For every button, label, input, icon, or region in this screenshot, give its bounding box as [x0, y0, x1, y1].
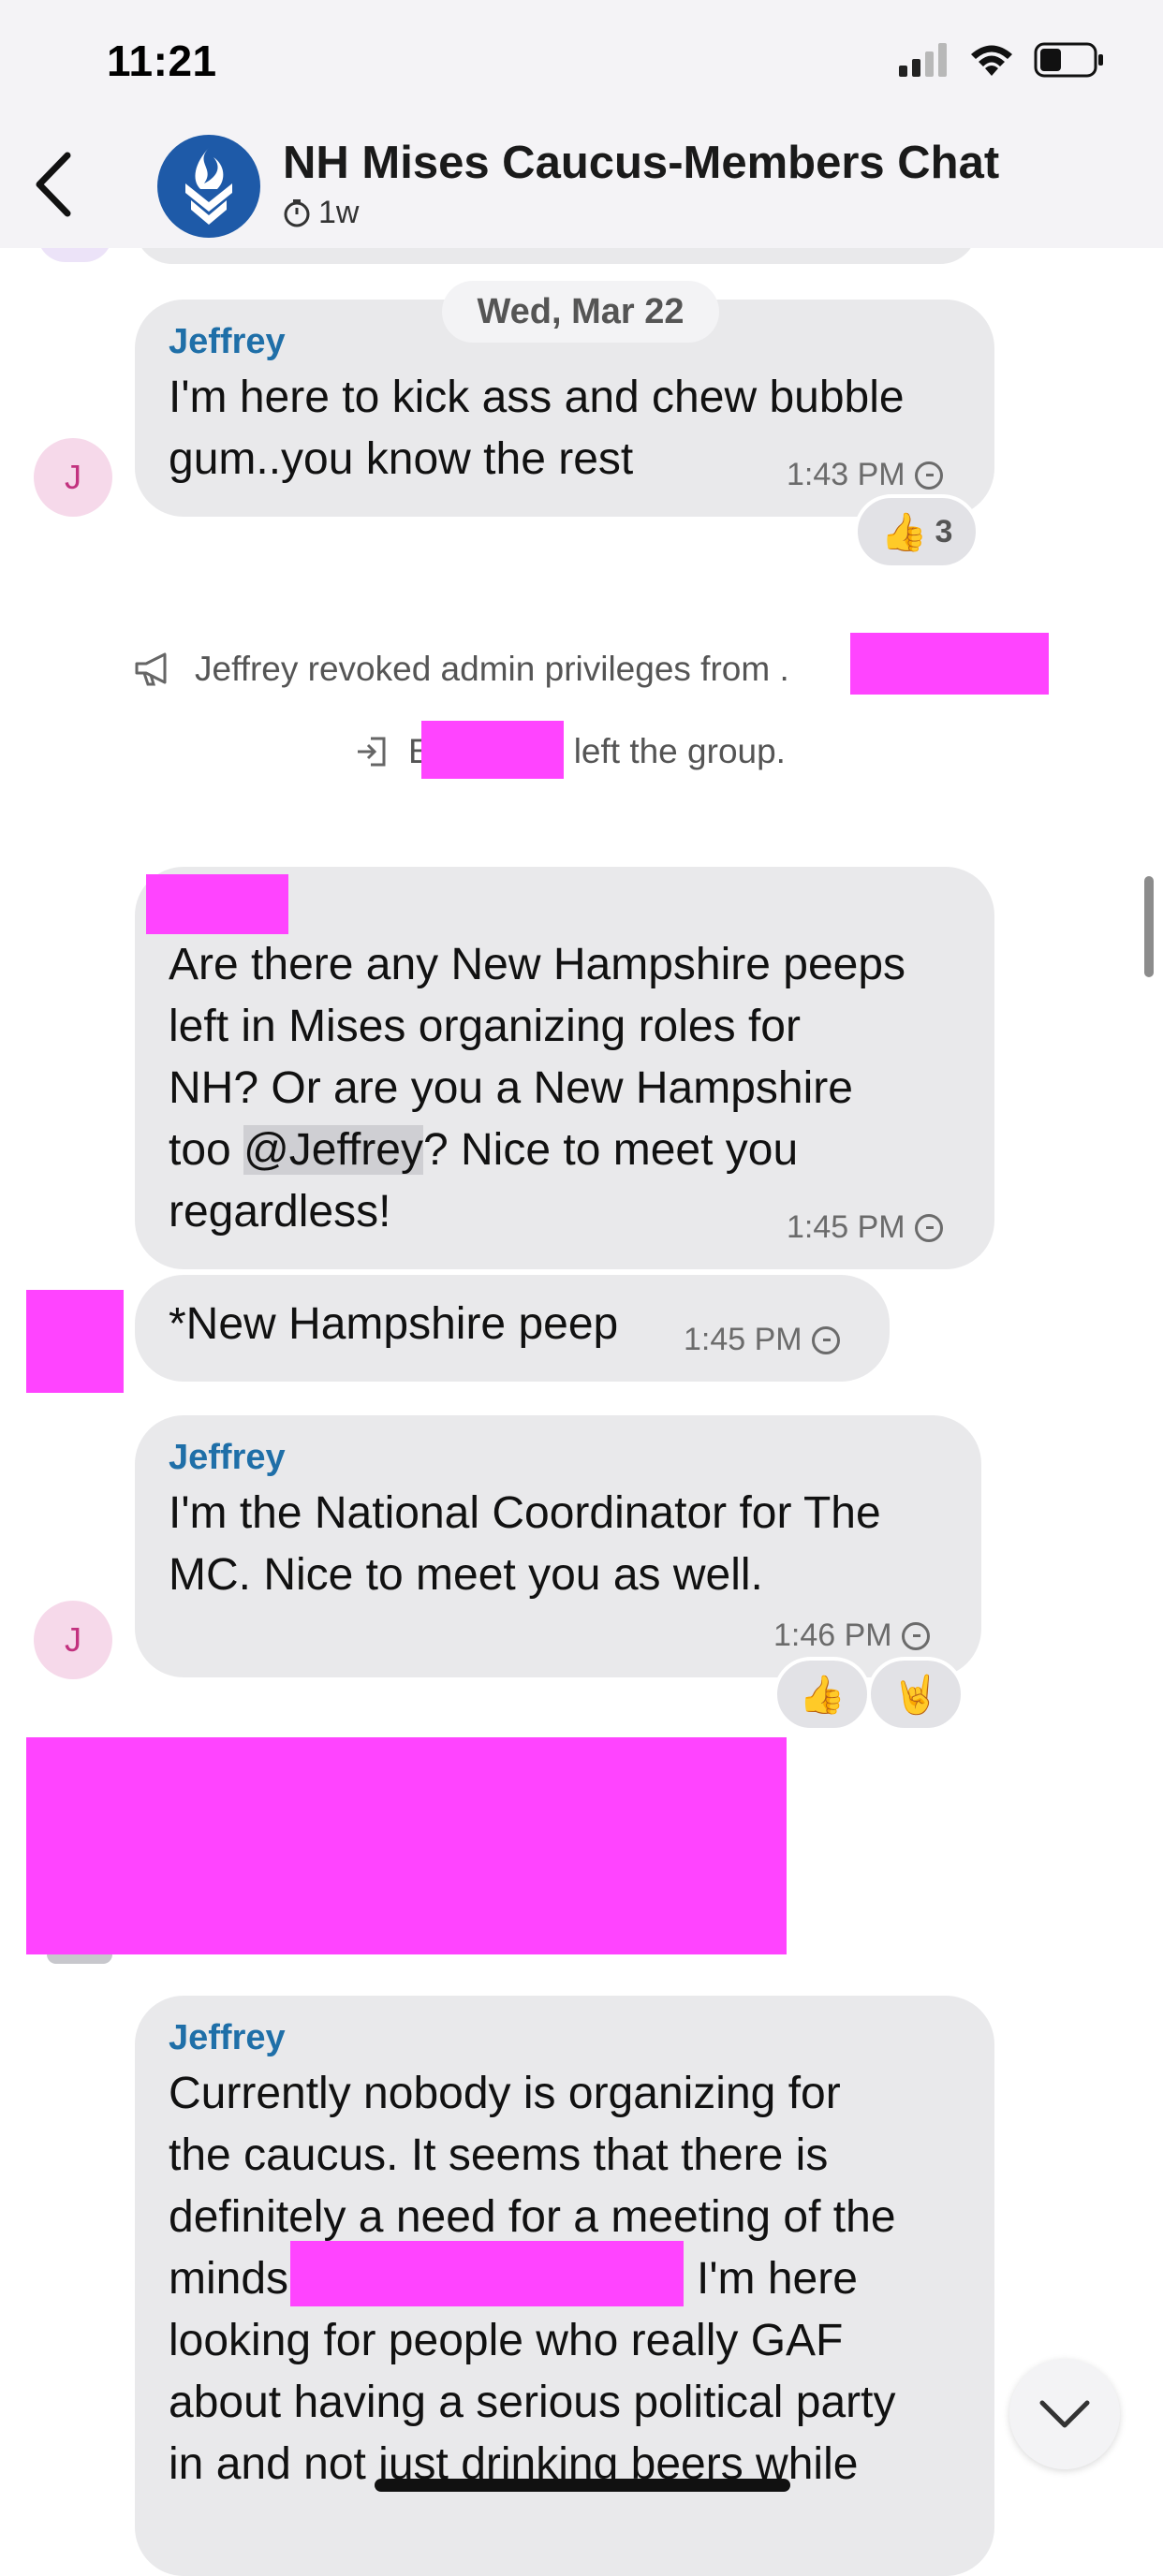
redaction — [26, 1737, 787, 1954]
signal-icon — [899, 43, 947, 77]
redaction — [146, 874, 288, 934]
sender-name[interactable]: Jeffrey — [169, 2018, 286, 2058]
time-label: 1:46 PM — [773, 1617, 892, 1653]
message-text-line: definitely a need for a meeting of the — [169, 2192, 896, 2242]
message-text-line: left in Mises organizing roles for — [169, 1002, 801, 1051]
message-text-line: Are there any New Hampshire peeps — [169, 940, 906, 989]
timer-clock-icon — [914, 1213, 943, 1242]
message-text-line: too @Jeffrey? Nice to meet you — [169, 1120, 798, 1181]
status-icons — [899, 41, 1105, 79]
home-indicator[interactable] — [375, 2479, 790, 2492]
torch-logo-icon — [185, 148, 232, 225]
message-text-line: I'm here to kick ass and chew bubble — [169, 373, 905, 422]
redaction — [421, 721, 564, 779]
system-event-text: Jeffrey revoked admin privileges from . — [195, 650, 789, 688]
message-text-line: I'm here — [697, 2254, 858, 2304]
avatar[interactable]: J — [34, 438, 112, 517]
timer-icon — [284, 198, 310, 227]
message-time: 1:45 PM — [684, 1322, 840, 1358]
timer-clock-icon — [901, 1621, 930, 1650]
message-text-line: MC. Nice to meet you as well. — [169, 1550, 763, 1600]
timer-clock-icon — [811, 1325, 840, 1354]
timer-label: 1w — [318, 195, 360, 230]
redaction — [850, 633, 1049, 695]
wifi-icon — [971, 45, 1012, 76]
thumbs-up-icon: 👍 — [880, 511, 928, 553]
chat-header: 11:21 NH Mises Caucus-Members Chat 1w — [0, 0, 1163, 248]
partial-avatar — [47, 1954, 112, 1964]
time-label: 1:45 PM — [787, 1209, 905, 1245]
text-segment: ? Nice to meet you — [422, 1125, 799, 1175]
group-avatar[interactable] — [157, 135, 260, 238]
leave-icon — [358, 737, 386, 767]
message-text-line: I'm the National Coordinator for The — [169, 1488, 881, 1538]
rock-on-icon: 🤘 — [892, 1674, 939, 1716]
message-text-line: *New Hampshire peep — [169, 1299, 619, 1349]
avatar[interactable]: J — [34, 1601, 112, 1679]
message-text-line: gum..you know the rest — [169, 434, 634, 484]
back-chevron-icon[interactable] — [30, 150, 77, 219]
message-text-line: about having a serious political party — [169, 2378, 896, 2427]
message-time: 1:43 PM — [787, 457, 943, 493]
message-time: 1:46 PM — [773, 1617, 930, 1654]
message-text-line: the caucus. It seems that there is — [169, 2130, 829, 2180]
message-text-line: Currently nobody is organizing for — [169, 2069, 841, 2118]
system-event: Jeffrey revoked admin privileges from . — [133, 650, 789, 689]
scrollbar[interactable] — [1144, 876, 1154, 977]
reaction-count: 3 — [935, 513, 953, 549]
reaction-chip[interactable]: 🤘 — [867, 1657, 964, 1732]
reaction-chip[interactable]: 👍 3 — [854, 494, 979, 569]
message-text-line: looking for people who really GAF — [169, 2316, 844, 2365]
time-label: 1:45 PM — [684, 1322, 802, 1357]
message-time: 1:45 PM — [787, 1209, 943, 1246]
message-text-line: minds — [169, 2254, 289, 2304]
chat-title[interactable]: NH Mises Caucus-Members Chat — [283, 137, 999, 189]
avatar-redaction — [26, 1290, 124, 1393]
disappearing-timer: 1w — [283, 195, 359, 231]
timer-clock-icon — [914, 461, 943, 490]
thumbs-up-icon: 👍 — [799, 1674, 846, 1716]
system-event-text: left the group. — [573, 732, 786, 770]
text-segment: too — [169, 1125, 244, 1175]
system-event: E left the group. — [354, 732, 786, 771]
scroll-to-bottom-button[interactable] — [1009, 2359, 1120, 2469]
message-text-line: NH? Or are you a New Hampshire — [169, 1063, 853, 1113]
status-time: 11:21 — [107, 37, 217, 85]
sender-name[interactable]: Jeffrey — [169, 322, 286, 362]
sender-name[interactable]: Jeffrey — [169, 1438, 286, 1478]
mention-link[interactable]: @Jeffrey — [243, 1125, 423, 1175]
chevron-down-icon — [1039, 2400, 1090, 2428]
redaction — [290, 2241, 684, 2306]
time-label: 1:43 PM — [787, 457, 905, 492]
reaction-chip[interactable]: 👍 — [773, 1657, 871, 1732]
message-text-line: regardless! — [169, 1187, 391, 1237]
battery-icon — [1034, 42, 1103, 78]
date-separator: Wed, Mar 22 — [442, 281, 719, 343]
megaphone-icon — [135, 652, 167, 686]
